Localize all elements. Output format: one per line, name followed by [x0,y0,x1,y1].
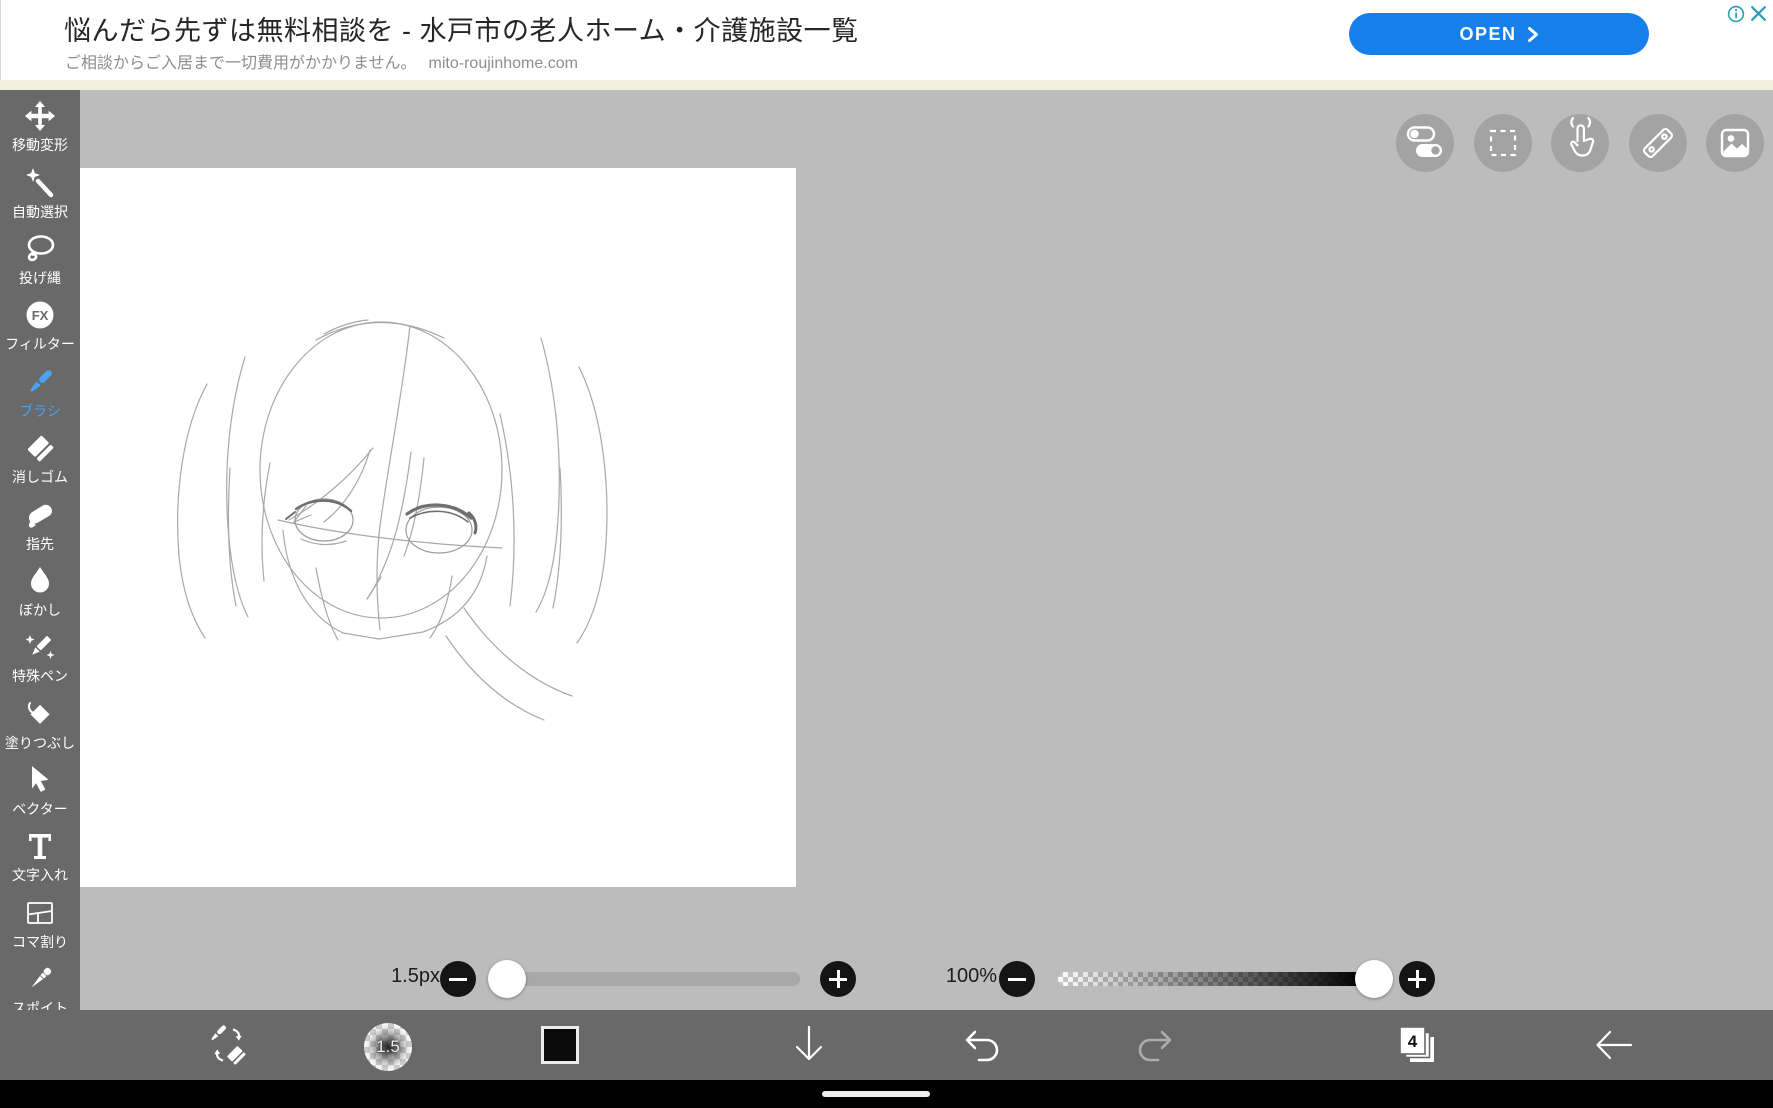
ad-banner[interactable]: 悩んだら先ずは無料相談を - 水戸市の老人ホーム・介護施設一覧 ご相談からご入居… [0,0,1773,80]
brush-size-slider-track[interactable] [492,972,800,986]
ruler-icon [1642,127,1674,159]
brush-preview-button[interactable]: 1.5 [364,1023,412,1071]
special-pen-icon [23,630,57,664]
selection-button[interactable] [1474,114,1532,172]
move-transform-icon [23,99,57,133]
minus-icon [1008,977,1026,981]
brush-size-slider-knob[interactable] [488,960,526,998]
bottom-toolbar [0,1010,1773,1080]
text-tool-icon [23,829,57,863]
brush-eraser-swap-icon [211,1025,246,1065]
ad-subtitle-row: ご相談からご入居まで一切費用がかかりません。 mito-roujinhome.co… [65,49,578,73]
sidebar-item-filter[interactable]: FX フィルター [0,293,80,359]
ad-open-label: OPEN [1459,23,1517,44]
sidebar-item-brush[interactable]: ブラシ [0,360,80,426]
magic-wand-icon [23,166,57,200]
sidebar-item-special-pen[interactable]: 特殊ペン [0,625,80,691]
opacity-increase-button[interactable] [1399,961,1435,997]
fingertip-icon [23,498,57,532]
fx-filter-icon: FX [23,298,57,332]
down-arrow-icon [795,1025,823,1061]
dashed-selection-icon [1489,129,1517,157]
ad-bottom-strip [0,80,1773,90]
ruler-button[interactable] [1629,114,1687,172]
sidebar-item-fill[interactable]: 塗りつぶし [0,692,80,758]
sidebar-item-eraser[interactable]: 消しゴム [0,426,80,492]
panel-layout-icon [23,896,57,930]
tool-sidebar: 移動変形 自動選択 投げ縄 FX フィルター ブラシ 消しゴム 指先 ぼかし 特… [0,90,80,1080]
tool-label: ブラシ [19,402,61,419]
toggles-icon [1406,126,1442,157]
ad-open-button[interactable]: OPEN [1349,13,1649,55]
tool-label: 指先 [26,535,54,552]
brush-size-decrease-button[interactable] [440,961,476,997]
brush-size-value: 1.5px [391,965,440,987]
brush-eraser-swap-button[interactable] [205,1022,251,1068]
sidebar-item-text[interactable]: 文字入れ [0,824,80,890]
tool-label: 自動選択 [12,203,68,220]
color-swatch-button[interactable] [541,1026,579,1064]
svg-text:FX: FX [32,308,49,323]
eraser-icon [23,431,57,465]
eyedropper-icon [23,962,57,996]
sidebar-item-frame-divider[interactable]: コマ割り [0,891,80,957]
cursor-arrow-icon [23,763,57,797]
tool-label: 移動変形 [12,137,68,154]
lasso-icon [23,232,57,266]
image-icon [1720,128,1750,158]
redo-button[interactable] [1131,1022,1177,1068]
opacity-value: 100% [945,965,997,987]
ad-close-icon[interactable] [1749,4,1768,23]
paint-bucket-icon [23,697,57,731]
undo-icon [965,1030,999,1062]
tap-hand-icon [1570,116,1595,157]
tool-label: 投げ縄 [19,269,61,286]
tool-label: フィルター [5,336,75,353]
back-button[interactable] [1591,1022,1637,1068]
chevron-right-icon [1527,26,1538,42]
tool-label: コマ割り [12,933,68,950]
sidebar-item-auto-select[interactable]: 自動選択 [0,160,80,226]
brush-icon [23,365,57,399]
tool-label: ベクター [12,801,68,818]
brush-size-increase-button[interactable] [820,961,856,997]
svg-text:4: 4 [1408,1032,1418,1051]
opacity-decrease-button[interactable] [999,961,1035,997]
touch-gesture-button[interactable] [1551,114,1609,172]
brush-preview-size: 1.5 [376,1037,400,1056]
sidebar-item-vector[interactable]: ベクター [0,758,80,824]
tool-label: 消しゴム [12,469,68,486]
sketch-drawing [177,319,608,721]
minus-icon [449,977,467,981]
sidebar-item-lasso[interactable]: 投げ縄 [0,227,80,293]
tool-label: 文字入れ [12,867,68,884]
water-drop-icon [23,564,57,598]
redo-icon [1138,1030,1172,1062]
tool-label: 特殊ペン [12,668,68,685]
quick-settings-button[interactable] [1396,114,1454,172]
layers-icon: 4 [1399,1026,1434,1062]
ad-headline[interactable]: 悩んだら先ずは無料相談を - 水戸市の老人ホーム・介護施設一覧 [64,9,859,48]
drawing-canvas[interactable] [80,168,796,887]
opacity-slider-knob[interactable] [1355,960,1393,998]
tool-label: 塗りつぶし [4,734,76,751]
reference-image-button[interactable] [1706,114,1764,172]
ad-subtitle: ご相談からご入居まで一切費用がかかりません。 [65,55,417,72]
sidebar-item-move-transform[interactable]: 移動変形 [0,94,80,160]
opacity-slider-track[interactable] [1058,972,1362,986]
sidebar-item-blur[interactable]: ぼかし [0,559,80,625]
pull-down-button[interactable] [786,1022,832,1068]
sidebar-item-finger[interactable]: 指先 [0,492,80,558]
layers-button[interactable]: 4 [1393,1020,1441,1068]
tool-label: ぼかし [19,601,61,618]
ad-info-icon[interactable] [1727,5,1745,23]
home-indicator[interactable] [822,1091,930,1097]
undo-button[interactable] [960,1022,1006,1068]
ad-domain: mito-roujinhome.com [428,55,578,72]
back-arrow-icon [1596,1030,1633,1060]
